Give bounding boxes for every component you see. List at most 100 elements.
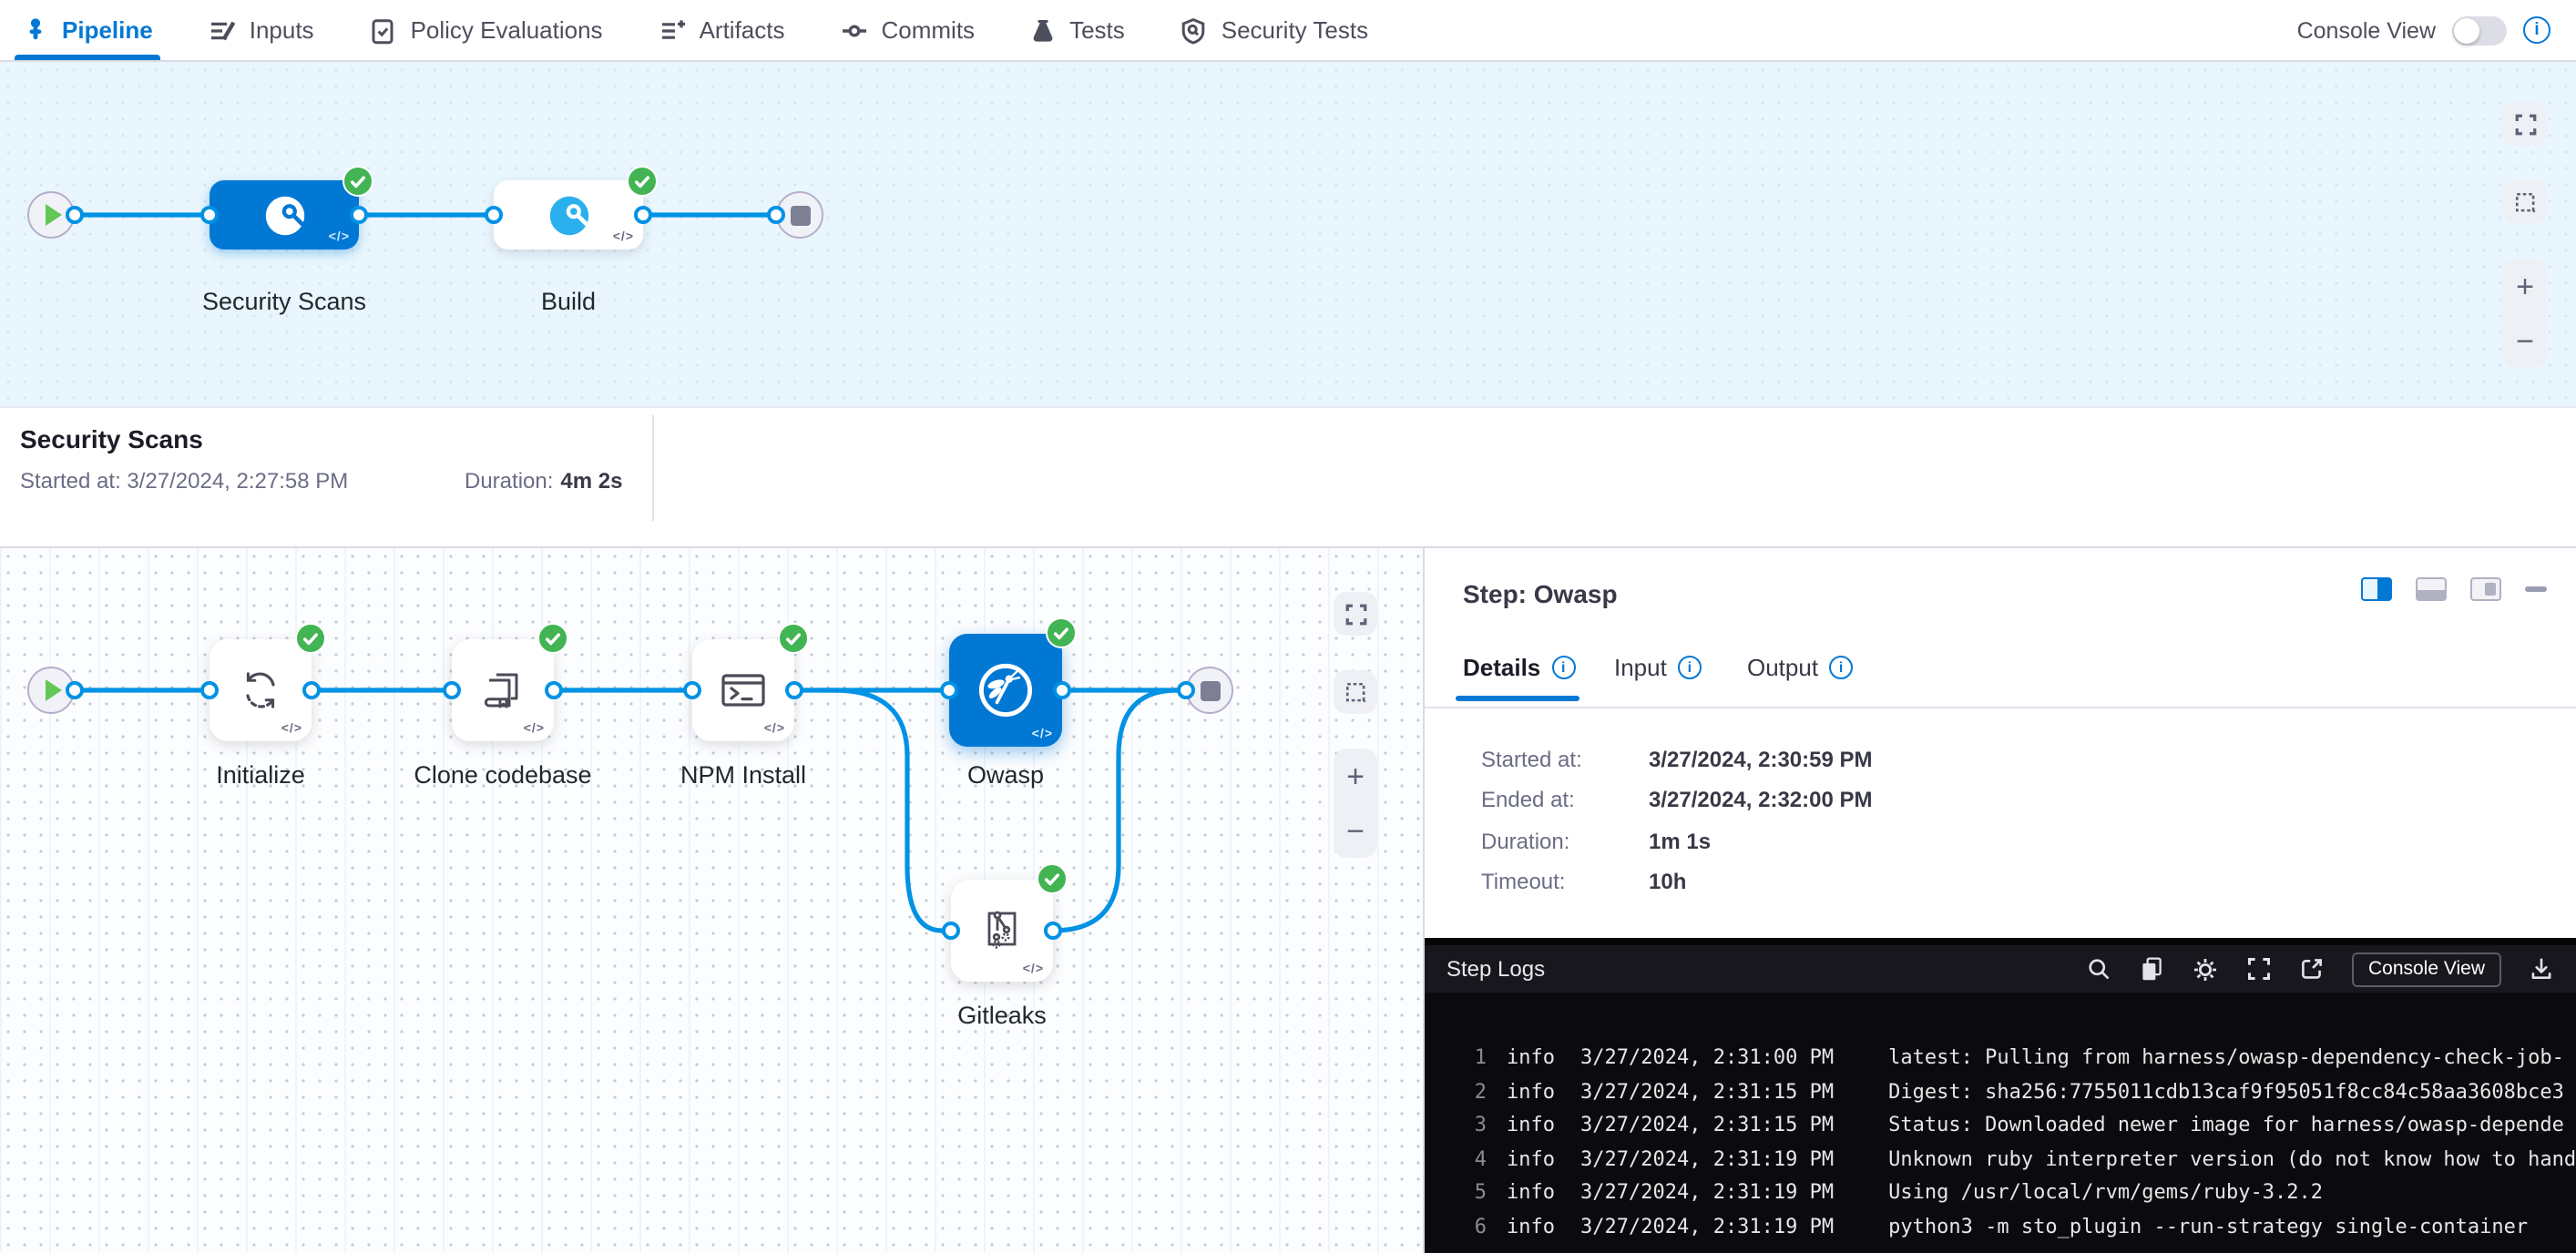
- log-timestamp: 3/27/2024, 2:31:00 PM: [1580, 1042, 1834, 1075]
- duration-value: 4m 2s: [560, 468, 622, 494]
- connector-port: [785, 681, 803, 699]
- log-timestamp: 3/27/2024, 2:31:15 PM: [1580, 1109, 1834, 1143]
- detail-label: Duration:: [1481, 829, 1649, 854]
- connector-port: [200, 206, 219, 224]
- success-badge: [342, 166, 373, 197]
- stage-label[interactable]: Security Scans: [166, 288, 403, 315]
- shield-search-icon: [1180, 15, 1209, 45]
- log-line-number: 2: [1454, 1075, 1487, 1109]
- log-line: 2info3/27/2024, 2:31:15 PMDigest: sha256…: [1454, 1075, 2576, 1109]
- step-graph-canvas[interactable]: </> </> </> </> </>: [0, 548, 1423, 1253]
- tab-output[interactable]: Output i: [1747, 654, 1853, 681]
- tab-artifacts[interactable]: Artifacts: [658, 0, 785, 60]
- log-timestamp: 3/27/2024, 2:31:19 PM: [1580, 1177, 1834, 1210]
- tab-input[interactable]: Input i: [1614, 654, 1702, 681]
- detail-row: Timeout:10h: [1481, 869, 1686, 894]
- step-label[interactable]: Owasp: [887, 761, 1124, 789]
- tab-commits[interactable]: Commits: [840, 0, 976, 60]
- search-icon[interactable]: [2086, 956, 2111, 982]
- connector-port: [942, 922, 960, 940]
- code-tag-icon: </>: [1023, 963, 1044, 976]
- log-level: info: [1507, 1109, 1555, 1143]
- step-node-gitleaks[interactable]: </>: [951, 880, 1053, 982]
- tab-policy-evaluations[interactable]: Policy Evaluations: [369, 0, 603, 60]
- layout-right-panel-icon[interactable]: [2361, 577, 2392, 601]
- step-node-initialize[interactable]: </>: [210, 639, 312, 741]
- stage-node-security-scans[interactable]: </>: [210, 180, 359, 250]
- log-line: 6info3/27/2024, 2:31:19 PMpython3 -m sto…: [1454, 1210, 2576, 1244]
- fullscreen-icon[interactable]: [2246, 956, 2272, 982]
- log-output[interactable]: 1info3/27/2024, 2:31:00 PMlatest: Pullin…: [1425, 993, 2576, 1244]
- stage-graph-canvas[interactable]: </> </> Security Scans Build + −: [0, 62, 2576, 406]
- download-icon[interactable]: [2529, 956, 2554, 982]
- step-panel-title: Step: Owasp: [1463, 579, 1618, 608]
- detail-value: 1m 1s: [1649, 829, 1711, 854]
- stage-label[interactable]: Build: [450, 288, 687, 315]
- step-label[interactable]: Initialize: [142, 761, 379, 789]
- tab-label: Inputs: [250, 16, 314, 44]
- detail-label: Ended at:: [1481, 787, 1649, 812]
- tab-pipeline[interactable]: Pipeline: [22, 0, 153, 60]
- step-label[interactable]: Clone codebase: [384, 761, 621, 789]
- layout-bottom-panel-icon[interactable]: [2416, 577, 2447, 601]
- info-icon[interactable]: i: [1551, 656, 1575, 679]
- marquee-select-button[interactable]: [2503, 180, 2547, 224]
- step-logs-header: Step Logs Console View: [1425, 945, 2576, 993]
- log-level: info: [1507, 1210, 1555, 1244]
- connector-port: [1177, 681, 1195, 699]
- log-message: Digest: sha256:7755011cdb13caf9f95051f8c…: [1888, 1075, 2564, 1109]
- stage-started-at: Started at: 3/27/2024, 2:27:58 PM: [20, 468, 348, 494]
- info-icon[interactable]: i: [1829, 656, 1853, 679]
- info-icon[interactable]: i: [2523, 16, 2550, 44]
- minimize-panel-icon[interactable]: [2525, 586, 2547, 592]
- console-view-button[interactable]: Console View: [2352, 952, 2501, 986]
- info-icon[interactable]: i: [1678, 656, 1702, 679]
- step-label[interactable]: Gitleaks: [884, 1002, 1120, 1029]
- tab-label: Commits: [882, 16, 976, 44]
- zoom-in-button[interactable]: +: [2516, 270, 2534, 301]
- step-node-clone-codebase[interactable]: </>: [452, 639, 554, 741]
- log-level: info: [1507, 1042, 1555, 1075]
- open-in-new-icon[interactable]: [2299, 956, 2325, 982]
- log-level: info: [1507, 1177, 1555, 1210]
- tab-security-tests[interactable]: Security Tests: [1180, 0, 1368, 60]
- detail-row: Started at:3/27/2024, 2:30:59 PM: [1481, 747, 1873, 772]
- policy-check-icon: [369, 15, 398, 45]
- stop-icon: [790, 205, 810, 225]
- commit-icon: [840, 15, 869, 45]
- stage-node-build[interactable]: </>: [494, 180, 643, 250]
- console-view-toggle[interactable]: [2452, 15, 2507, 45]
- artifacts-icon: [658, 15, 687, 45]
- stage-canvas-controls: + −: [2503, 102, 2547, 368]
- connector-port: [634, 206, 652, 224]
- tab-tests[interactable]: Tests: [1029, 0, 1125, 60]
- step-node-owasp[interactable]: </>: [949, 634, 1062, 747]
- zoom-out-button[interactable]: −: [1346, 815, 1365, 846]
- log-line-number: 3: [1454, 1109, 1487, 1143]
- stop-icon: [1200, 680, 1220, 700]
- step-panel-tabs: Details i Input i Output i: [1425, 643, 2576, 708]
- success-badge: [1037, 863, 1068, 894]
- divider: [652, 415, 654, 521]
- step-panel-header: Step: Owasp: [1425, 548, 2576, 643]
- zoom-out-button[interactable]: −: [2516, 325, 2534, 356]
- detail-value: 3/27/2024, 2:30:59 PM: [1649, 747, 1873, 772]
- zoom-in-button[interactable]: +: [1346, 760, 1365, 791]
- fullscreen-button[interactable]: [2503, 102, 2547, 146]
- log-line-number: 5: [1454, 1177, 1487, 1210]
- step-label[interactable]: NPM Install: [625, 761, 862, 789]
- tab-details[interactable]: Details i: [1463, 654, 1575, 681]
- step-node-npm-install[interactable]: </>: [692, 639, 794, 741]
- marquee-select-button[interactable]: [1334, 670, 1377, 714]
- settings-gear-icon[interactable]: [2192, 955, 2219, 983]
- pipeline-icon: [22, 15, 49, 45]
- play-icon: [46, 204, 62, 226]
- layout-floating-panel-icon[interactable]: [2470, 577, 2501, 601]
- fullscreen-button[interactable]: [1334, 592, 1377, 636]
- zoom-controls: + −: [2503, 259, 2547, 368]
- log-line-number: 6: [1454, 1210, 1487, 1244]
- connector-port: [485, 206, 503, 224]
- tab-inputs[interactable]: Inputs: [208, 0, 314, 60]
- copy-icon[interactable]: [2139, 956, 2164, 982]
- console-view-label: Console View: [2297, 17, 2436, 43]
